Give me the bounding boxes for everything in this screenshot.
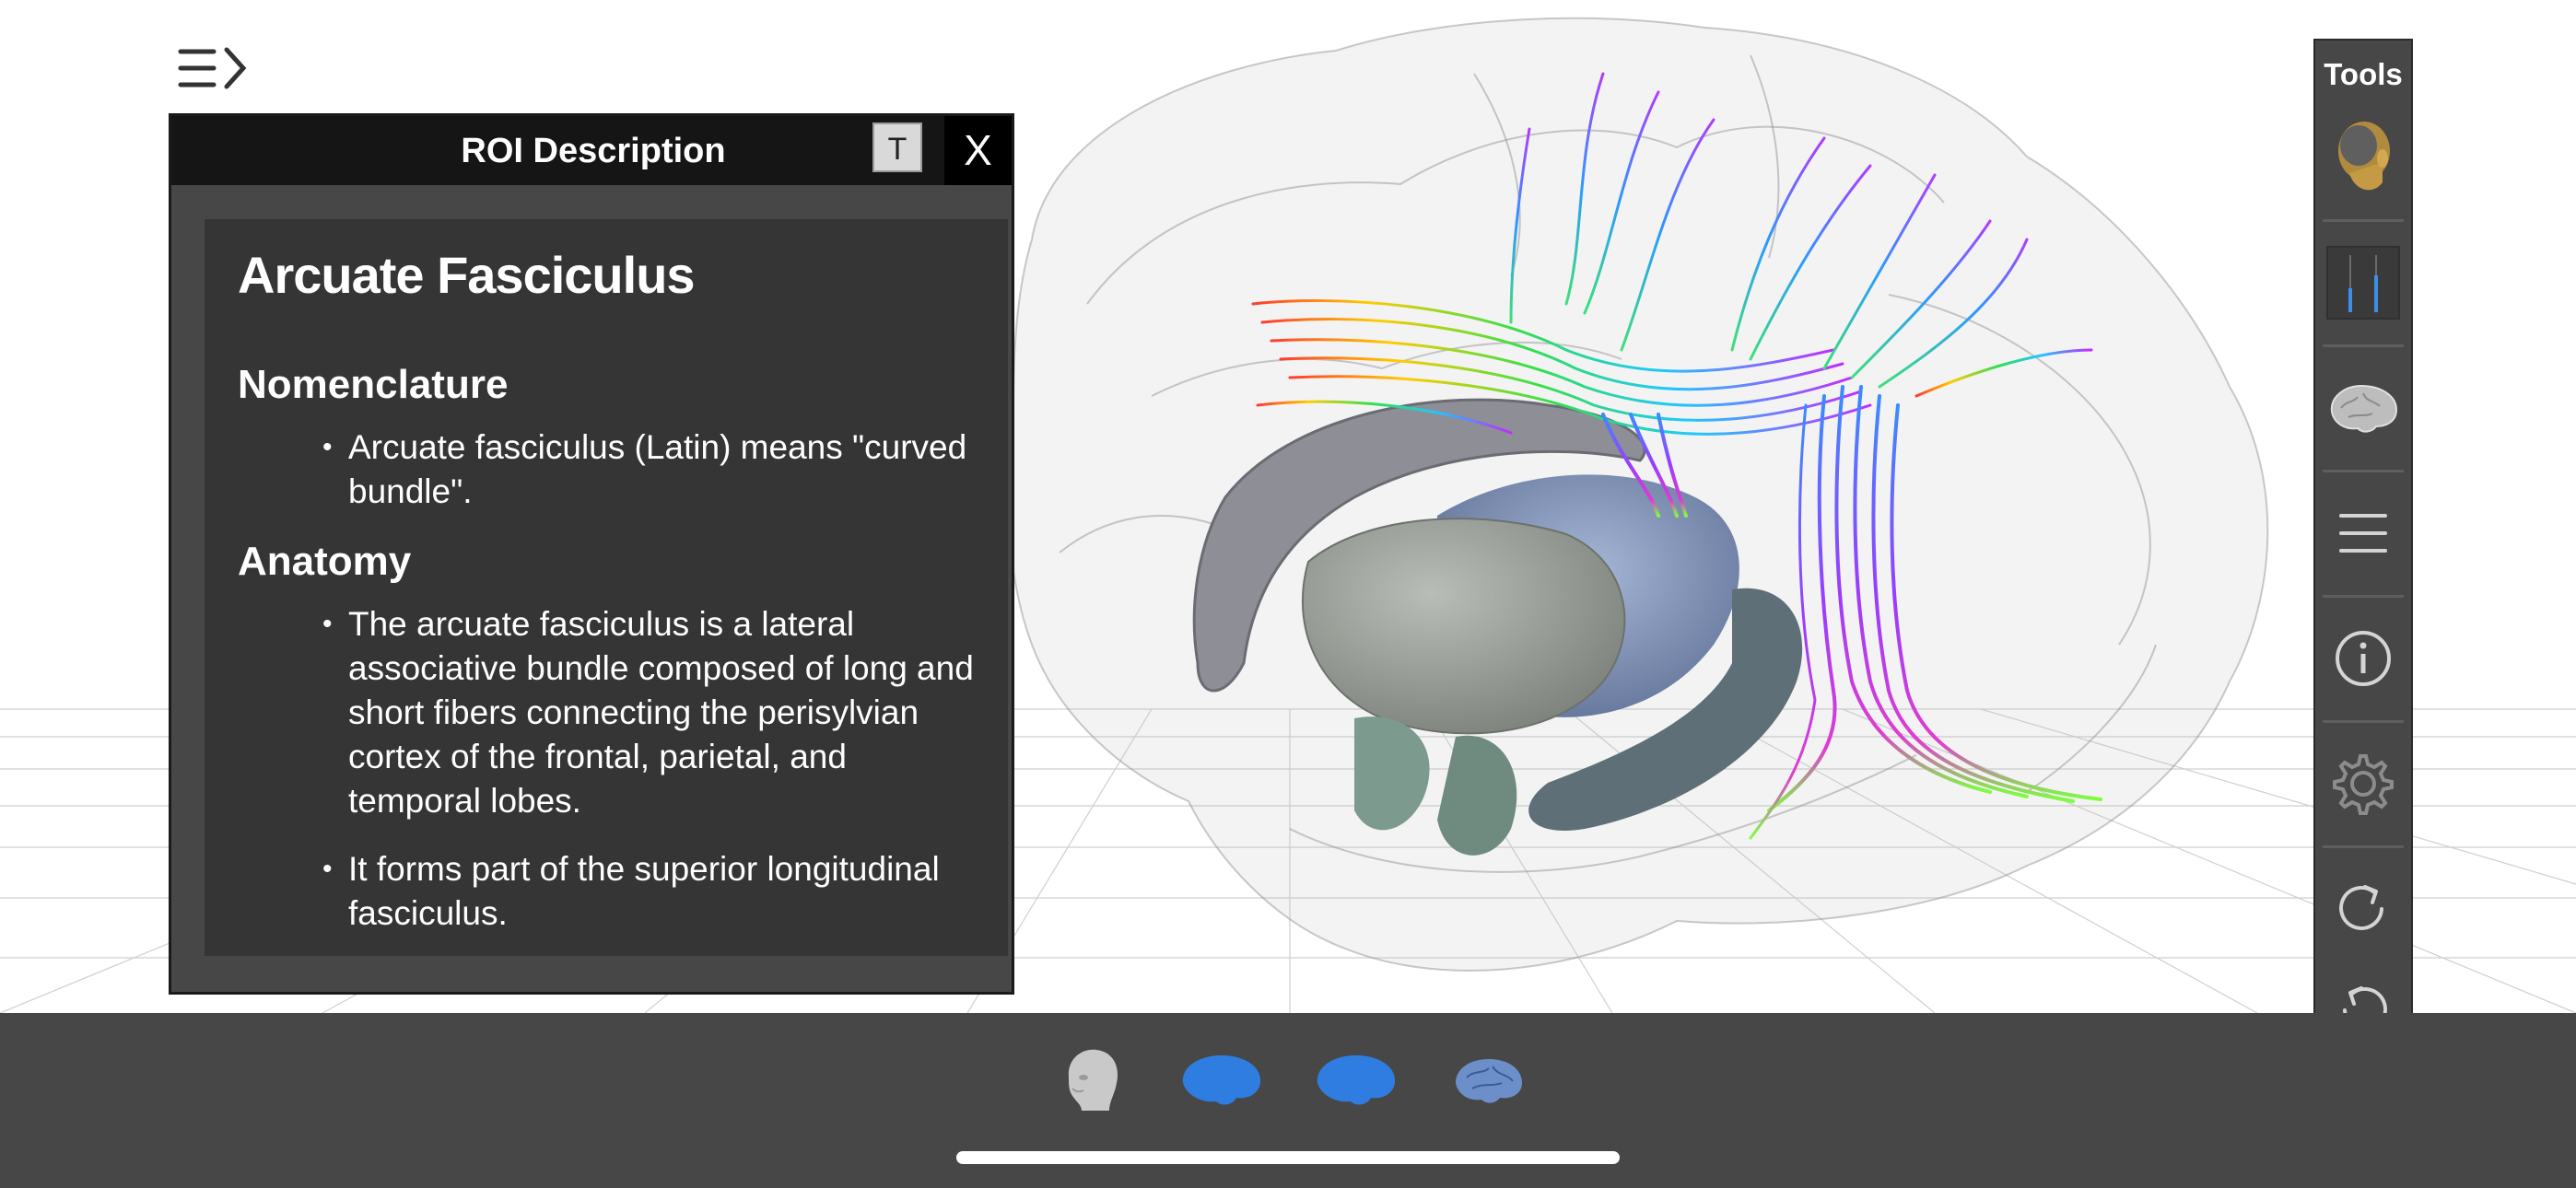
brain-icon — [2330, 384, 2398, 433]
menu-expand-icon — [178, 47, 247, 89]
list-item: The arcuate fasciculus is a lateral asso… — [322, 602, 975, 823]
tools-title: Tools — [2324, 57, 2403, 91]
menu-expand-button[interactable] — [177, 42, 254, 94]
gear-icon — [2333, 754, 2394, 815]
sliders-button[interactable] — [2315, 221, 2411, 344]
section-heading: Nomenclature — [238, 362, 509, 407]
list-button[interactable] — [2315, 472, 2411, 595]
sliders-icon — [2326, 246, 2400, 320]
text-size-button[interactable]: T — [872, 122, 922, 172]
roi-description-content[interactable]: Arcuate Fasciculus Nomenclature Arcuate … — [205, 219, 1008, 956]
redo-icon — [2339, 885, 2383, 930]
info-button[interactable] — [2315, 597, 2411, 720]
settings-button[interactable] — [2315, 722, 2411, 845]
head-model-button[interactable] — [2315, 96, 2411, 219]
bottom-model-bar — [0, 1013, 2576, 1188]
home-indicator[interactable] — [956, 1151, 1620, 1164]
section-list: Arcuate fasciculus (Latin) means "curved… — [238, 425, 975, 514]
head-model-toggle[interactable] — [1060, 1046, 1124, 1119]
tools-panel: Tools — [2313, 39, 2413, 1083]
brain-view-button[interactable] — [2315, 346, 2411, 470]
structure-name: Arcuate Fasciculus — [238, 246, 696, 304]
brain-small-toggle[interactable] — [1452, 1055, 1526, 1112]
close-button[interactable]: X — [944, 116, 1012, 185]
brain-right-toggle[interactable] — [1314, 1052, 1399, 1113]
info-icon — [2336, 631, 2391, 686]
brain-left-toggle[interactable] — [1179, 1052, 1264, 1113]
brain-left-icon — [1182, 1055, 1261, 1105]
roi-panel-header: ROI Description T X — [171, 116, 1012, 185]
list-item: It forms part of the superior longitudin… — [322, 847, 975, 936]
head-model-icon — [2338, 122, 2390, 191]
head-icon — [1068, 1049, 1118, 1111]
brain-right-icon — [1317, 1055, 1396, 1105]
section-heading: Anatomy — [238, 539, 412, 584]
list-item: Arcuate fasciculus (Latin) means "curved… — [322, 425, 975, 514]
list-icon — [2339, 514, 2387, 553]
roi-description-panel: ROI Description T X Arcuate Fasciculus N… — [169, 113, 1014, 995]
section-list: The arcuate fasciculus is a lateral asso… — [238, 602, 975, 936]
brain-small-icon — [1456, 1059, 1522, 1103]
